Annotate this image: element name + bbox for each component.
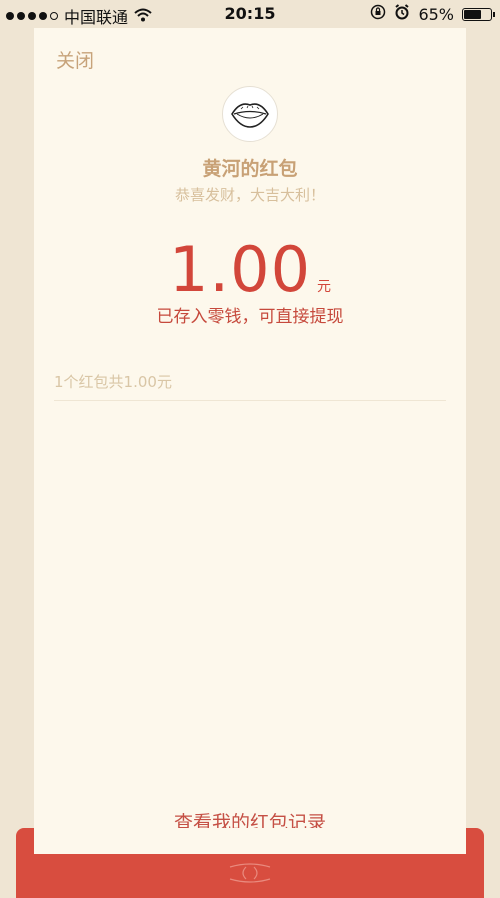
status-right: 65% <box>370 4 495 24</box>
status-bar: 中国联通 20:15 65% <box>0 0 500 28</box>
battery-percent: 65% <box>418 4 454 24</box>
divider <box>54 400 446 401</box>
sender-name: 黄河的红包 <box>202 158 298 180</box>
envelope-clasp-icon <box>228 863 272 883</box>
amount-value: 1.00 <box>168 233 312 306</box>
rotation-lock-icon <box>370 4 386 24</box>
amount-row: 1.00 元 <box>34 234 466 306</box>
card-bottom-edge <box>34 828 466 854</box>
amount-unit: 元 <box>317 279 332 295</box>
close-button[interactable]: 关闭 <box>56 46 94 73</box>
stored-to-wallet-link[interactable]: 已存入零钱，可直接提现 <box>34 302 466 327</box>
battery-fill <box>464 9 481 19</box>
alarm-icon <box>394 4 410 24</box>
red-packet-detail-card: 关闭 黄河的红包 恭喜发财，大吉大利！ 1.00 元 已存入零钱，可直接提现 1个… <box>34 28 466 858</box>
lips-avatar-icon <box>231 103 269 128</box>
packet-summary: 1个红包共1.00元 <box>54 373 172 391</box>
battery-icon <box>462 7 495 21</box>
greeting-message: 恭喜发财，大吉大利！ <box>174 186 325 204</box>
avatar[interactable] <box>222 86 278 142</box>
